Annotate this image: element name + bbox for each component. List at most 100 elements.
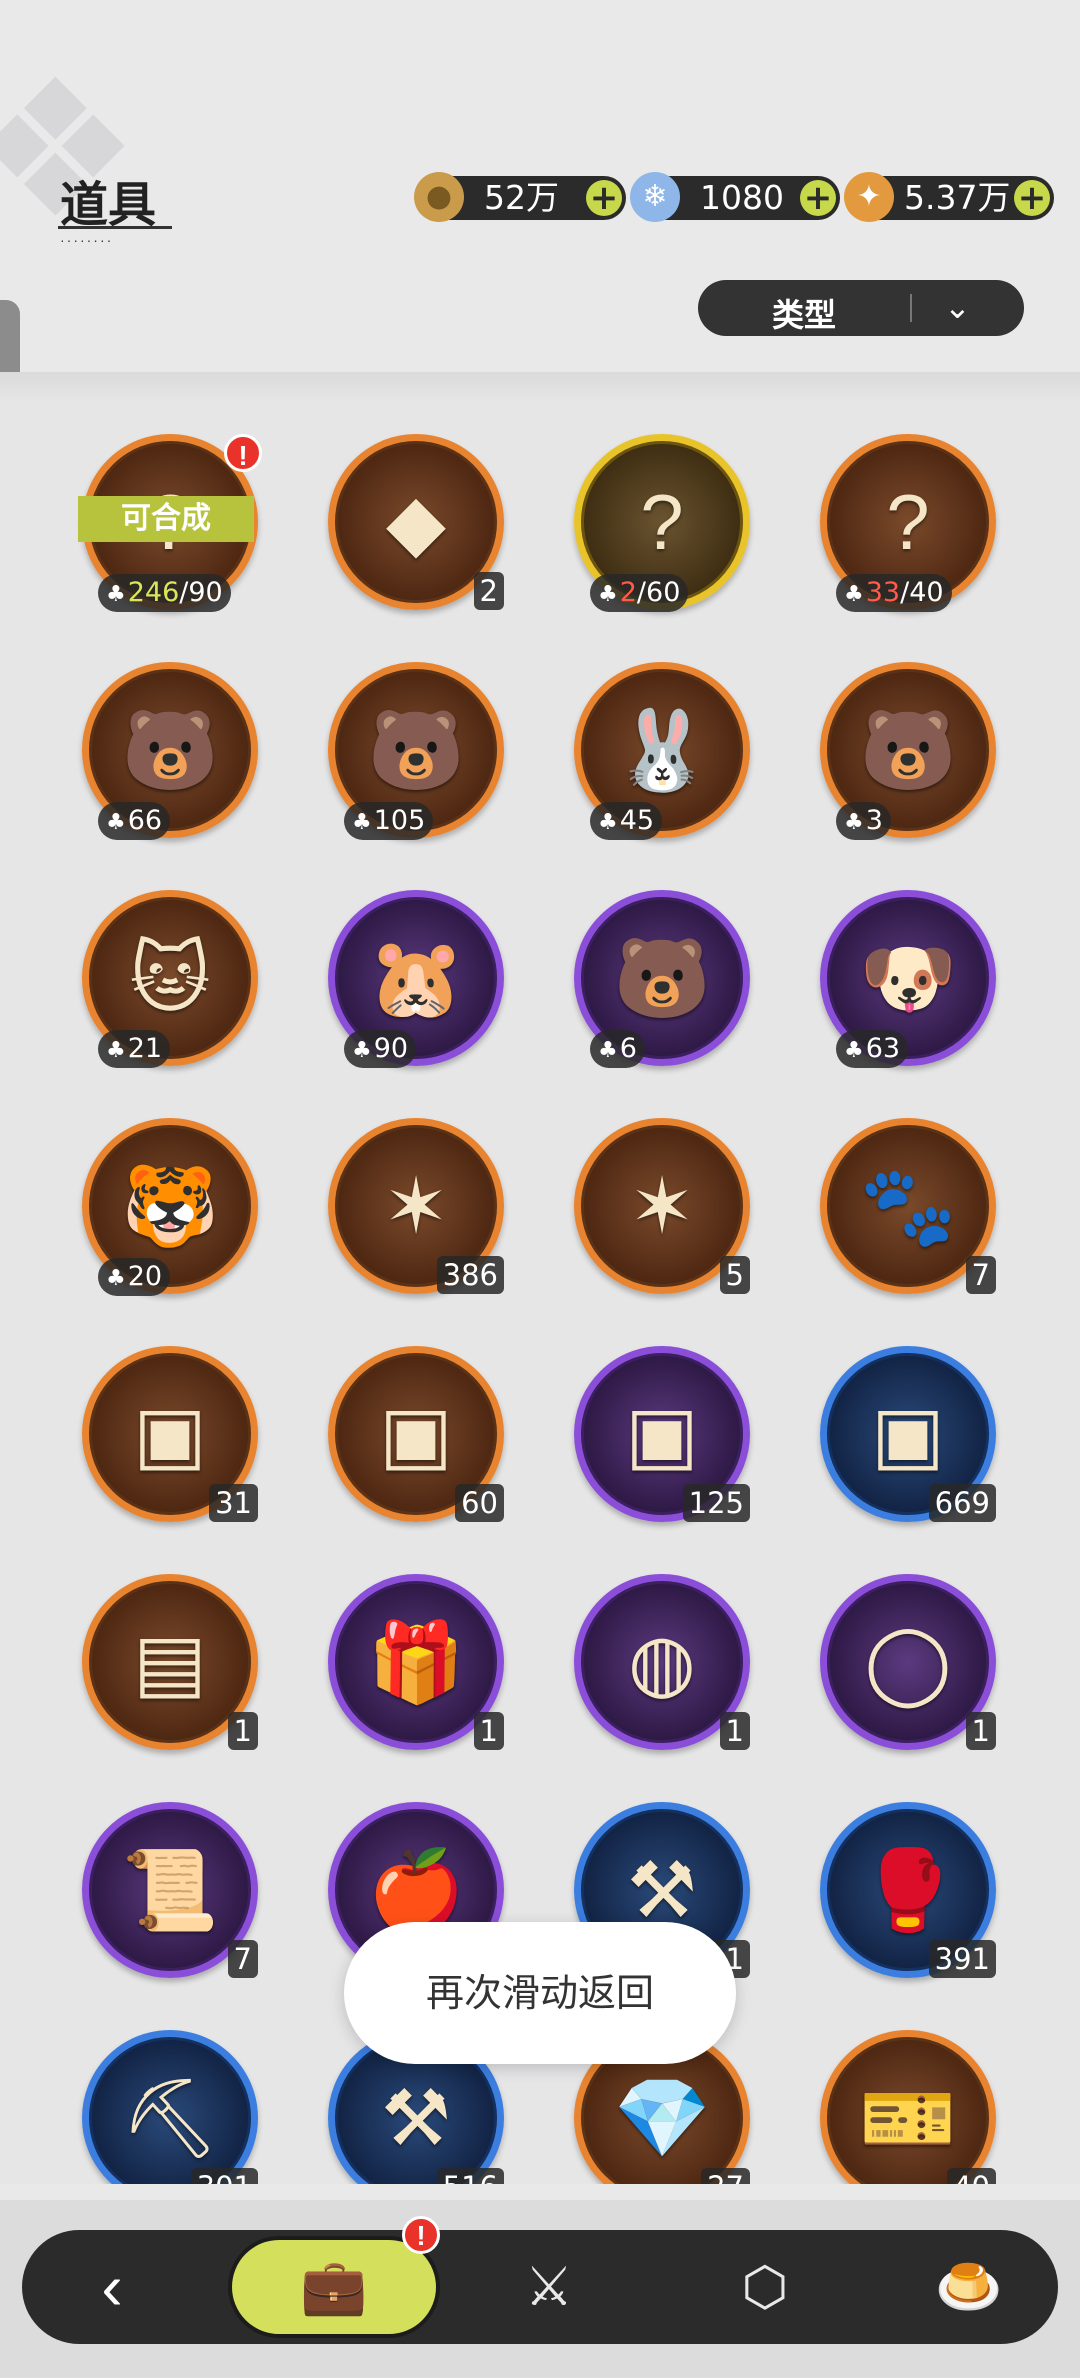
puzzle-piece-icon: ♣ <box>598 582 618 607</box>
inventory-item[interactable]: ▣ 60 <box>328 1346 508 1526</box>
inventory-item[interactable]: ▣ 31 <box>82 1346 262 1526</box>
item-art-icon: ◆ <box>386 478 446 566</box>
item-frame: 🎫 <box>820 2030 996 2184</box>
bottom-nav: ‹ 💼 ! ⚔ ⬡ 🍮 <box>22 2216 1058 2344</box>
item-frame: ⛏ <box>82 2030 258 2184</box>
item-count: 60 <box>455 1484 504 1522</box>
inventory-item[interactable]: 🥊 391 <box>820 1802 1000 1982</box>
item-art-icon: ▣ <box>871 1390 945 1478</box>
item-art-icon: 🐶 <box>859 934 957 1022</box>
fragment-count: ♣63 <box>836 1030 909 1068</box>
item-grid: ?可合成!♣246/90◆2?♣2/60?♣33/40🐻♣66🐻♣105🐰♣45… <box>0 372 1080 2184</box>
fragment-owned: 33 <box>865 577 901 608</box>
gem-tab[interactable]: ⬡ <box>690 2230 840 2344</box>
gold-coin-icon: ● <box>414 172 464 222</box>
item-art-icon: ▣ <box>379 1390 453 1478</box>
equipment-tab[interactable]: ⚔ <box>474 2230 624 2344</box>
inventory-item[interactable]: ◍ 1 <box>574 1574 754 1754</box>
fragment-owned: 45 <box>619 805 655 836</box>
inventory-item[interactable]: 🐻 ♣6 <box>574 890 754 1070</box>
inventory-item[interactable]: ▣ 669 <box>820 1346 1000 1526</box>
item-count: 7 <box>227 1940 258 1978</box>
chevron-left-icon: ‹ <box>101 2251 123 2323</box>
chevron-down-icon: ⌄ <box>944 289 971 325</box>
inventory-item[interactable]: 🎫 40 <box>820 2030 1000 2184</box>
puzzle-piece-icon: ♣ <box>106 1266 126 1291</box>
inventory-item[interactable]: 🐻 ♣105 <box>328 662 508 842</box>
inventory-item[interactable]: ▤ 1 <box>82 1574 262 1754</box>
item-art-icon: 💎 <box>613 2074 711 2162</box>
inventory-item[interactable]: 🐶 ♣63 <box>820 890 1000 1070</box>
fragment-owned: 90 <box>373 1033 409 1064</box>
inventory-item[interactable]: 🐾 7 <box>820 1118 1000 1298</box>
add-shard-button[interactable]: + <box>1014 180 1050 216</box>
inventory-item[interactable]: 🐱 ♣21 <box>82 890 262 1070</box>
fragment-required: /60 <box>636 577 681 608</box>
item-art-icon: ✶ <box>383 1162 449 1250</box>
item-art-icon: ▣ <box>133 1390 207 1478</box>
item-art-icon: 🐻 <box>367 706 465 794</box>
inventory-item[interactable]: ⛏ 301 <box>82 2030 262 2184</box>
item-count: 516 <box>436 2168 504 2184</box>
fragment-count: ♣45 <box>590 802 663 840</box>
crystal-currency: ❄ 1080 + <box>630 172 840 222</box>
puzzle-piece-icon: ♣ <box>106 1038 126 1063</box>
inventory-item[interactable]: 🐻 ♣66 <box>82 662 262 842</box>
item-art-icon: 🍎 <box>367 1846 465 1934</box>
item-art-icon: 🥊 <box>859 1846 957 1934</box>
fragment-owned: 6 <box>619 1033 637 1064</box>
add-crystal-button[interactable]: + <box>800 180 836 216</box>
fragment-owned: 21 <box>127 1033 163 1064</box>
item-art-icon: 📜 <box>121 1846 219 1934</box>
item-art-icon: ✶ <box>629 1162 695 1250</box>
crystal-value: 1080 <box>700 178 784 217</box>
alert-badge: ! <box>224 434 262 472</box>
inventory-item[interactable]: ? ♣2/60 <box>574 434 754 614</box>
inventory-item[interactable]: ◆ 2 <box>328 434 508 614</box>
puzzle-piece-icon: ♣ <box>352 810 372 835</box>
filter-label: 类型 <box>772 296 837 334</box>
item-count: 391 <box>928 1940 996 1978</box>
item-art-icon: 🎁 <box>367 1618 465 1706</box>
add-gold-button[interactable]: + <box>586 180 622 216</box>
gold-currency: ● 52万 + <box>414 172 626 222</box>
shard-value: 5.37万 <box>904 178 1011 217</box>
dessert-tab[interactable]: 🍮 <box>894 2230 1044 2344</box>
puzzle-piece-icon: ♣ <box>106 810 126 835</box>
item-count: 1 <box>473 1712 504 1750</box>
puzzle-piece-icon: ♣ <box>844 1038 864 1063</box>
fragment-count: ♣66 <box>98 802 171 840</box>
puzzle-piece-icon: ♣ <box>106 582 126 607</box>
bag-alert-badge: ! <box>402 2216 440 2254</box>
item-art-icon: ▤ <box>133 1618 207 1706</box>
fragment-count: ♣246/90 <box>98 574 231 612</box>
inventory-item[interactable]: 📜 7 <box>82 1802 262 1982</box>
inventory-item[interactable]: 🐹 ♣90 <box>328 890 508 1070</box>
puzzle-piece-icon: ♣ <box>844 582 864 607</box>
fragment-owned: 66 <box>127 805 163 836</box>
back-button[interactable]: ‹ <box>22 2230 202 2344</box>
crystal-icon: ❄ <box>630 172 680 222</box>
inventory-item[interactable]: ✶ 5 <box>574 1118 754 1298</box>
fragment-required: /40 <box>900 577 944 608</box>
inventory-item[interactable]: ◯ 1 <box>820 1574 1000 1754</box>
pudding-icon: 🍮 <box>935 2257 1003 2317</box>
inventory-item[interactable]: 🐯 ♣20 <box>82 1118 262 1298</box>
inventory-item[interactable]: 🎁 1 <box>328 1574 508 1754</box>
puzzle-piece-icon: ♣ <box>598 810 618 835</box>
item-count: 2 <box>473 572 504 610</box>
item-count: 386 <box>436 1256 504 1294</box>
page-title: 道具 <box>60 177 157 233</box>
item-count: 5 <box>719 1256 750 1294</box>
inventory-item[interactable]: 🐻 ♣3 <box>820 662 1000 842</box>
shard-currency: ✦ 5.37万 + <box>844 172 1054 222</box>
inventory-item[interactable]: 🐰 ♣45 <box>574 662 754 842</box>
inventory-item[interactable]: ? ♣33/40 <box>820 434 1000 614</box>
item-count: 31 <box>209 1484 258 1522</box>
inventory-item[interactable]: ?可合成!♣246/90 <box>78 434 262 614</box>
inventory-item[interactable]: ▣ 125 <box>574 1346 754 1526</box>
type-filter-dropdown[interactable]: 类型 ⌄ <box>698 280 1024 336</box>
inventory-item[interactable]: ✶ 386 <box>328 1118 508 1298</box>
bag-tab[interactable]: 💼 <box>228 2236 440 2338</box>
item-art-icon: 🐻 <box>121 706 219 794</box>
